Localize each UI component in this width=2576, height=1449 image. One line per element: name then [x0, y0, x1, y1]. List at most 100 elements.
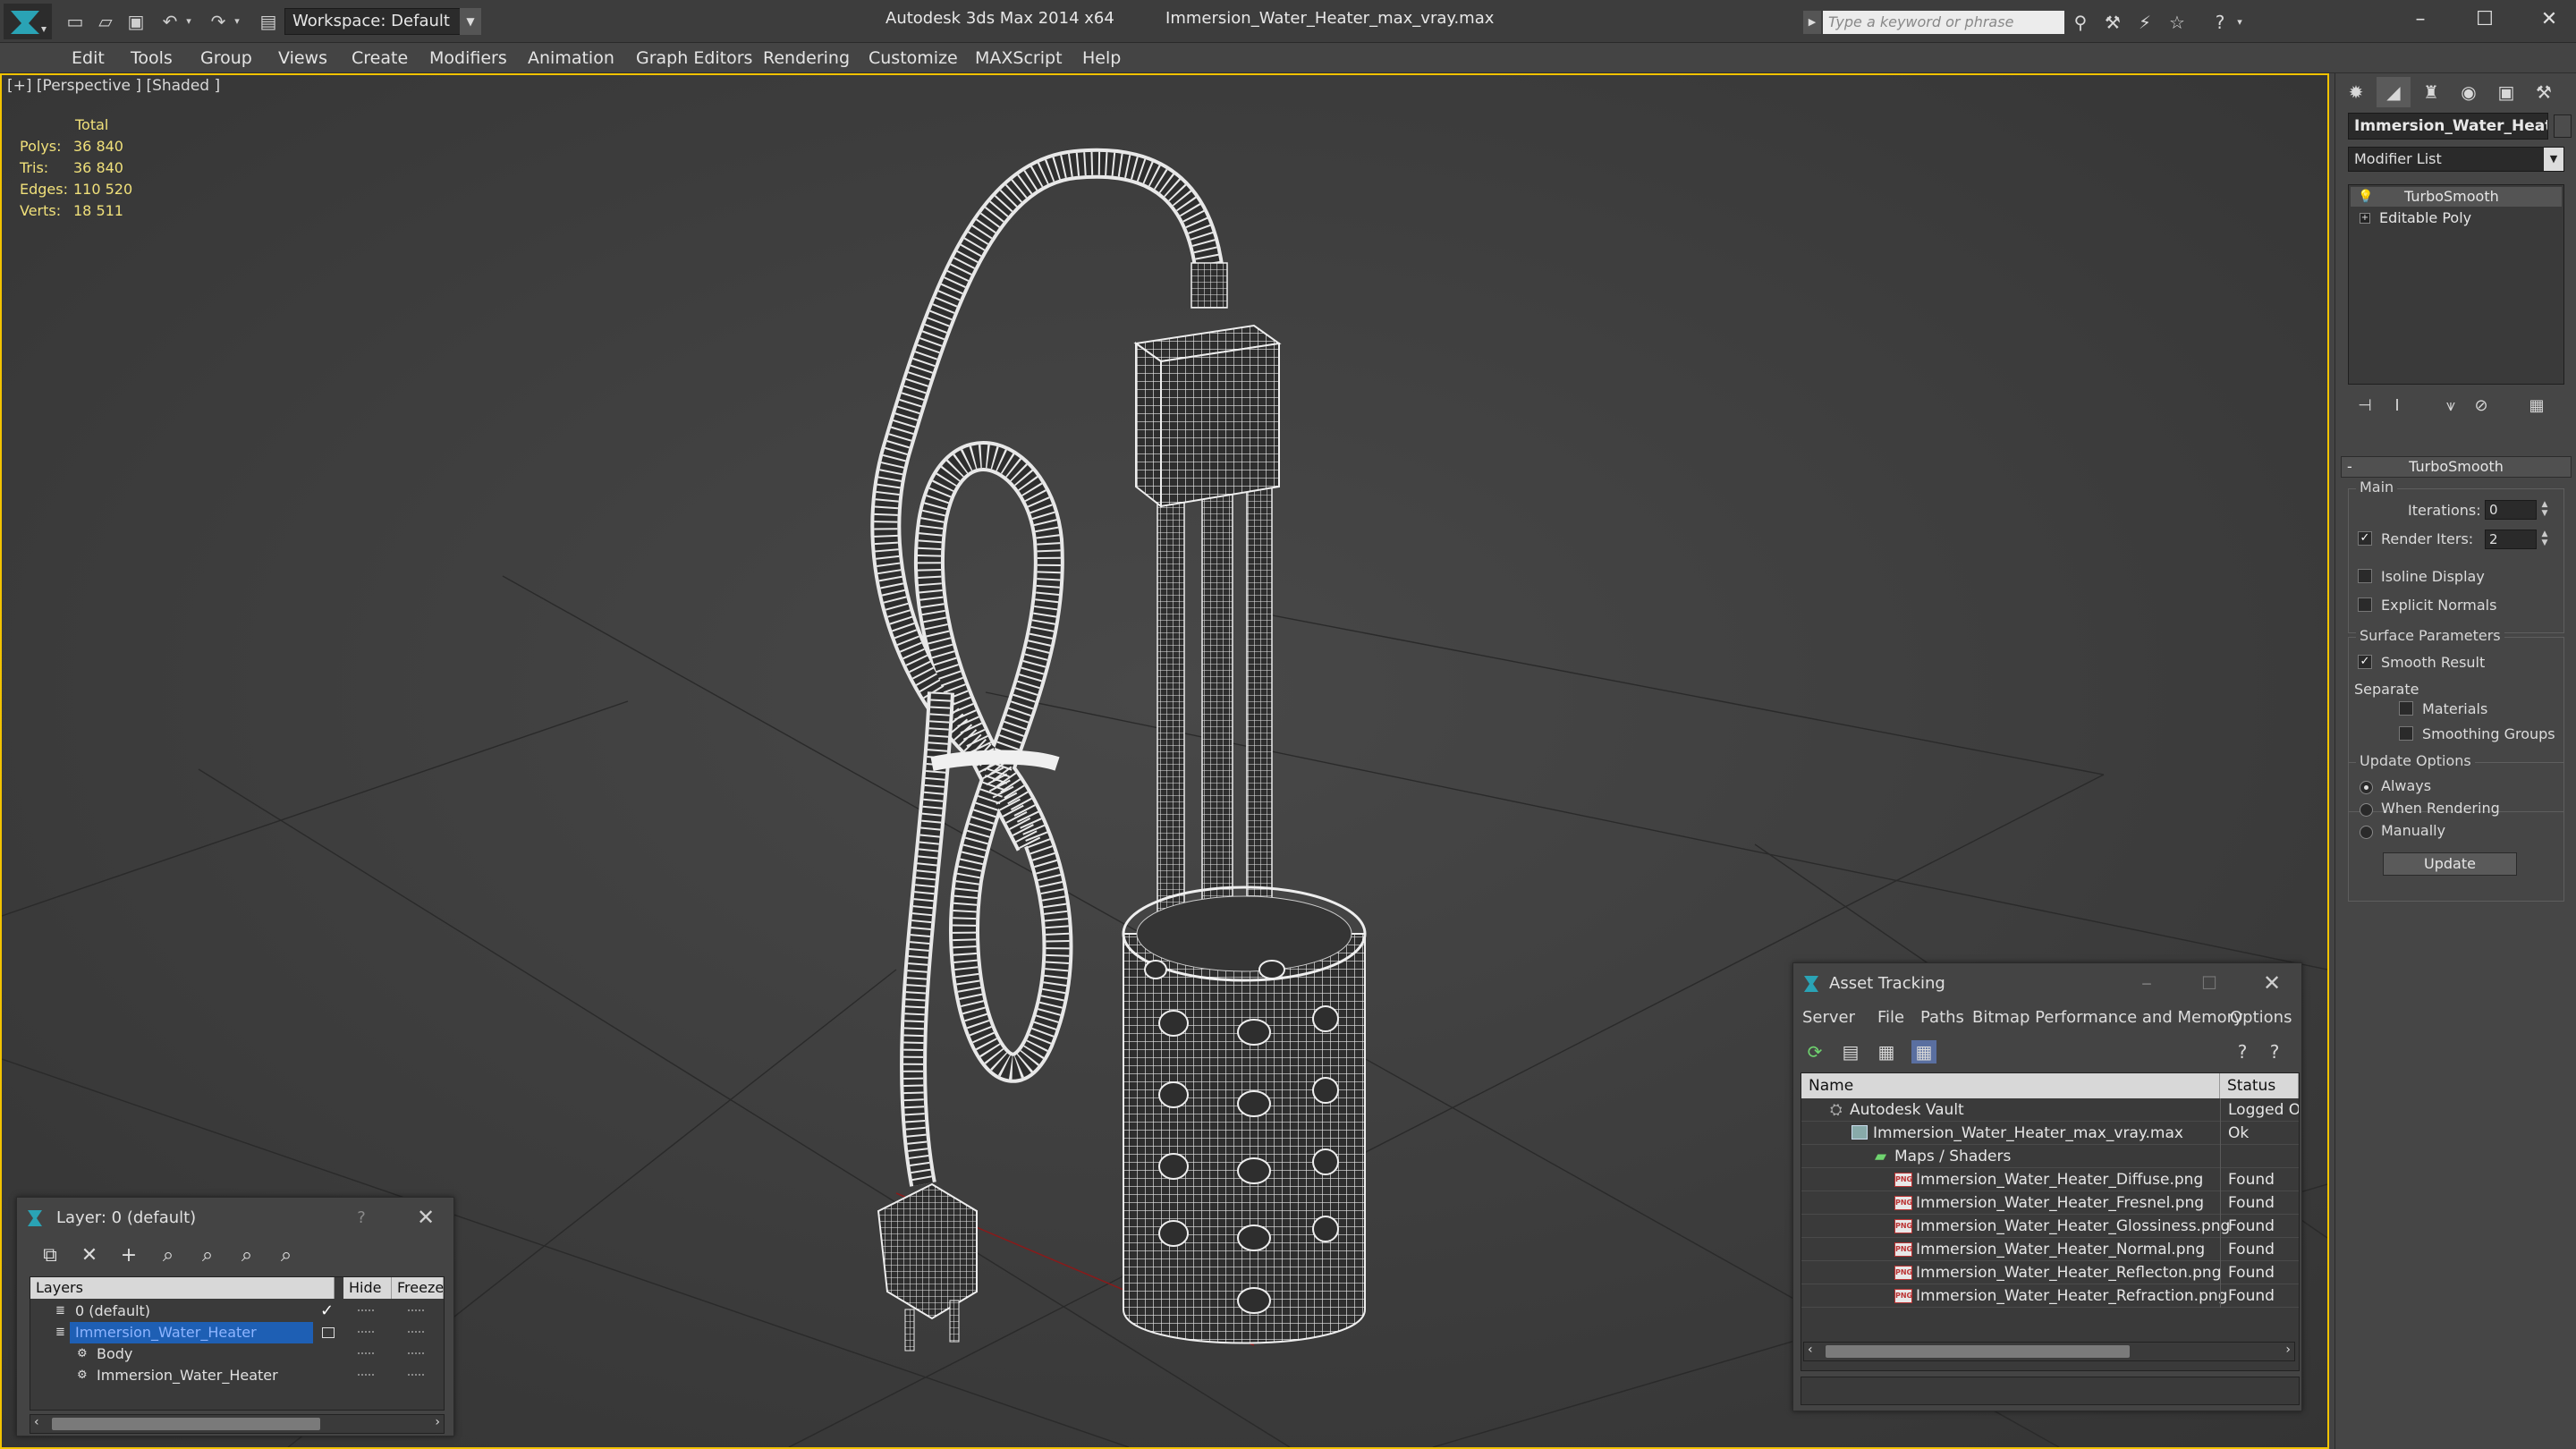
display-tab-icon[interactable]: ▣ — [2489, 77, 2523, 107]
column-header-status[interactable]: Status — [2220, 1073, 2299, 1098]
undo-dropdown-icon[interactable]: ▾ — [182, 9, 195, 34]
asset-row-texture[interactable]: PNG Immersion_Water_Heater_Reflecton.png… — [1801, 1261, 2299, 1284]
viewport-label[interactable]: [+] [Perspective ] [Shaded ] — [7, 77, 220, 95]
help-icon[interactable]: ? — [348, 1208, 375, 1227]
asset-row-texture[interactable]: PNG Immersion_Water_Heater_Diffuse.png F… — [1801, 1168, 2299, 1191]
hide-toggle[interactable] — [358, 1352, 374, 1355]
menu-edit[interactable]: Edit — [72, 48, 105, 68]
workspace-dropdown[interactable]: Workspace: Default — [284, 8, 481, 35]
set-current-layer-icon[interactable] — [322, 1327, 335, 1338]
redo-dropdown-icon[interactable]: ▾ — [231, 9, 243, 34]
menu-customize[interactable]: Customize — [869, 48, 958, 68]
table-view-icon[interactable]: ▦ — [1911, 1040, 1936, 1063]
hide-toggle[interactable] — [358, 1331, 374, 1334]
asset-row-texture[interactable]: PNG Immersion_Water_Heater_Normal.png Fo… — [1801, 1238, 2299, 1261]
isoline-display-checkbox[interactable] — [2358, 569, 2372, 583]
scroll-right-icon[interactable]: › — [2285, 1343, 2291, 1357]
turbosmooth-rollout-header[interactable]: - TurboSmooth — [2341, 456, 2572, 478]
favorites-star-icon[interactable]: ☆ — [2165, 11, 2190, 34]
hide-toggle[interactable] — [358, 1309, 374, 1312]
explicit-normals-checkbox[interactable] — [2358, 597, 2372, 612]
modifier-list-dropdown[interactable]: Modifier List ▼ — [2348, 147, 2564, 172]
render-iters-checkbox[interactable]: ✓ — [2358, 531, 2372, 546]
smoothing-groups-checkbox[interactable] — [2399, 726, 2413, 741]
freeze-toggle[interactable] — [408, 1309, 424, 1312]
scroll-thumb[interactable] — [52, 1418, 320, 1430]
asset-menu-options[interactable]: Options — [2230, 1008, 2292, 1027]
scroll-left-icon[interactable]: ‹ — [1808, 1343, 1813, 1357]
layer-horizontal-scrollbar[interactable]: ‹ › — [30, 1414, 445, 1434]
pin-stack-icon[interactable]: ⊣ — [2351, 394, 2378, 419]
render-iters-spinner[interactable]: 2 — [2485, 530, 2537, 549]
scroll-left-icon[interactable]: ‹ — [34, 1415, 39, 1429]
undo-icon[interactable]: ↶ — [157, 9, 182, 34]
materials-checkbox[interactable] — [2399, 701, 2413, 716]
asset-menu-server[interactable]: Server — [1802, 1008, 1855, 1027]
column-header-name[interactable]: Name — [1801, 1073, 2220, 1098]
layer-window-titlebar[interactable]: Layer: 0 (default) ? ✕ — [17, 1198, 453, 1239]
search-expand-icon[interactable]: ▶ — [1803, 11, 1821, 34]
stack-item-turbosmooth[interactable]: 💡 TurboSmooth — [2351, 187, 2562, 207]
menu-help[interactable]: Help — [1082, 48, 1121, 68]
smooth-result-checkbox[interactable]: ✓ — [2358, 655, 2372, 669]
asset-path-field[interactable] — [1801, 1377, 2300, 1405]
hide-toggle[interactable] — [358, 1374, 374, 1377]
make-unique-icon[interactable]: ⩛ — [2437, 394, 2464, 419]
spinner-arrows-icon[interactable]: ▲ ▼ — [2538, 530, 2551, 549]
stack-item-editable-poly[interactable]: + Editable Poly — [2351, 208, 2562, 228]
close-icon[interactable]: ✕ — [412, 1205, 439, 1230]
asset-horizontal-scrollbar[interactable]: ‹ › — [1803, 1342, 2295, 1361]
freeze-toggle[interactable] — [408, 1374, 424, 1377]
utilities-tab-icon[interactable]: ⚒ — [2527, 77, 2561, 107]
whats-this-icon[interactable]: ? — [2262, 1040, 2287, 1063]
menu-graph-editors[interactable]: Graph Editors — [636, 48, 752, 68]
column-header-freeze[interactable]: Freeze — [392, 1277, 444, 1299]
asset-row-vault[interactable]: ⛭ Autodesk Vault Logged Ou — [1801, 1098, 2299, 1122]
subscription-icon[interactable]: ⚒ — [2100, 11, 2125, 34]
object-color-swatch[interactable] — [2554, 114, 2572, 138]
app-menu-button[interactable] — [4, 4, 52, 39]
menu-views[interactable]: Views — [278, 48, 327, 68]
always-radio[interactable] — [2360, 781, 2373, 794]
menu-create[interactable]: Create — [352, 48, 408, 68]
object-row-body[interactable]: ⚙ Body — [30, 1343, 465, 1365]
close-icon[interactable]: ✕ — [2258, 970, 2285, 996]
menu-maxscript[interactable]: MAXScript — [975, 48, 1063, 68]
asset-menu-bitmap[interactable]: Bitmap Performance and Memory — [1972, 1008, 2243, 1027]
menu-animation[interactable]: Animation — [528, 48, 614, 68]
add-to-layer-icon[interactable]: + — [114, 1241, 144, 1271]
help-icon[interactable]: ? — [2230, 1040, 2255, 1063]
layer-row-default[interactable]: ≣ 0 (default) ✓ — [30, 1301, 465, 1322]
help-dropdown-icon[interactable]: ▾ — [2233, 11, 2247, 34]
asset-window-titlebar[interactable]: Asset Tracking – ☐ ✕ — [1793, 963, 2301, 1004]
configure-sets-icon[interactable]: ▦ — [2523, 394, 2550, 419]
menu-rendering[interactable]: Rendering — [763, 48, 850, 68]
object-row-immersion[interactable]: ⚙ Immersion_Water_Heater — [30, 1365, 465, 1386]
create-layer-icon[interactable]: ⧉ — [35, 1241, 65, 1271]
menu-modifiers[interactable]: Modifiers — [429, 48, 507, 68]
freeze-toggle[interactable] — [408, 1352, 424, 1355]
asset-row-maps[interactable]: ▰ Maps / Shaders — [1801, 1145, 2299, 1168]
thumbnail-view-icon[interactable]: ▦ — [1874, 1040, 1899, 1063]
object-name-field[interactable]: Immersion_Water_Heater — [2348, 113, 2548, 140]
show-end-result-icon[interactable]: Ⅰ — [2384, 394, 2411, 419]
motion-tab-icon[interactable]: ◉ — [2452, 77, 2486, 107]
asset-row-texture[interactable]: PNG Immersion_Water_Heater_Glossiness.pn… — [1801, 1215, 2299, 1238]
hierarchy-tab-icon[interactable]: ♜ — [2414, 77, 2448, 107]
redo-icon[interactable]: ↷ — [206, 9, 231, 34]
asset-row-texture[interactable]: PNG Immersion_Water_Heater_Refraction.pn… — [1801, 1284, 2299, 1308]
close-icon[interactable]: ✕ — [2531, 4, 2567, 36]
iterations-spinner[interactable]: 0 — [2485, 500, 2537, 520]
menu-tools[interactable]: Tools — [131, 48, 173, 68]
maximize-icon[interactable]: ☐ — [2196, 972, 2223, 994]
maximize-icon[interactable]: ☐ — [2467, 4, 2503, 36]
binoculars-icon[interactable]: ⚲ — [2068, 11, 2093, 34]
scroll-thumb[interactable] — [1826, 1345, 2130, 1358]
column-header-layers[interactable]: Layers — [30, 1277, 335, 1299]
expand-plus-icon[interactable]: + — [2360, 213, 2370, 224]
asset-menu-paths[interactable]: Paths — [1920, 1008, 1964, 1027]
highlight-layer-icon[interactable]: ⌕ — [192, 1241, 223, 1271]
delete-layer-icon[interactable]: ✕ — [74, 1241, 105, 1271]
project-folder-icon[interactable]: ▤ — [256, 9, 281, 34]
modify-tab-icon[interactable]: ◢ — [2377, 77, 2411, 107]
